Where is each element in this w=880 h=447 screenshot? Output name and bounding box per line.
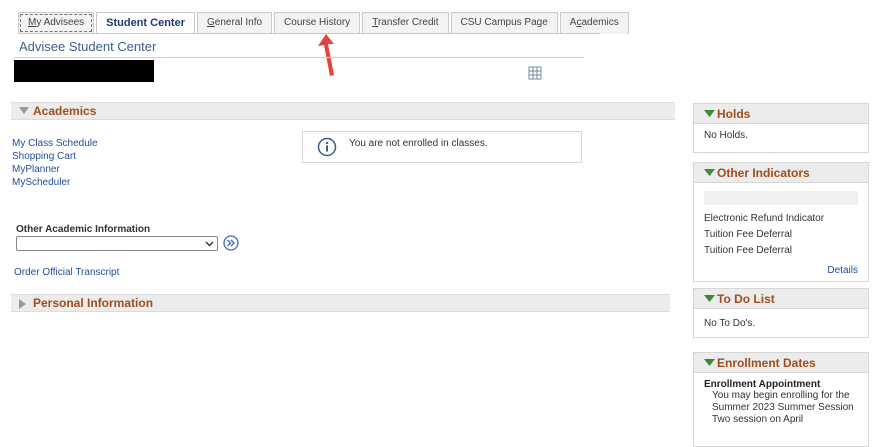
arrow-up-icon xyxy=(318,34,334,76)
tab-csu-campus-page[interactable]: CSU Campus Page xyxy=(450,12,558,34)
tab-access-key: G xyxy=(207,17,215,28)
link-shopping-cart[interactable]: Shopping Cart xyxy=(12,151,76,162)
enrollment-appointment-label: Enrollment Appointment xyxy=(704,379,821,390)
link-myplanner[interactable]: MyPlanner xyxy=(12,164,60,175)
enrollment-dates-header[interactable]: Enrollment Dates xyxy=(694,353,868,373)
title-divider xyxy=(14,57,584,58)
other-academic-select[interactable] xyxy=(16,236,218,251)
tab-label: y Advisees xyxy=(36,17,85,28)
to-do-list-panel: To Do List No To Do's. xyxy=(693,288,869,338)
tab-label: Course History xyxy=(284,17,351,28)
holds-header[interactable]: Holds xyxy=(694,104,868,124)
personal-information-section-header[interactable]: Personal Information xyxy=(11,294,670,312)
academics-links: My Class Schedule Shopping Cart MyPlanne… xyxy=(12,137,98,189)
other-indicators-header[interactable]: Other Indicators xyxy=(694,163,868,183)
redacted-name-block xyxy=(14,60,154,82)
triangle-down-icon xyxy=(704,359,715,366)
triangle-down-icon xyxy=(704,110,715,117)
academics-section-header[interactable]: Academics xyxy=(11,102,675,120)
link-my-class-schedule[interactable]: My Class Schedule xyxy=(12,138,98,149)
chevron-down-icon xyxy=(205,241,214,247)
holds-text: No Holds. xyxy=(704,130,748,141)
section-title: Academics xyxy=(33,104,97,118)
tab-label: ransfer Credit xyxy=(377,17,439,28)
triangle-down-icon xyxy=(704,169,715,176)
link-order-official-transcript[interactable]: Order Official Transcript xyxy=(14,267,119,278)
section-title: Personal Information xyxy=(33,296,154,310)
tab-label: eneral Info xyxy=(214,17,263,28)
link-details[interactable]: Details xyxy=(827,265,858,276)
indicator-item: Tuition Fee Deferral xyxy=(704,229,792,240)
holds-panel: Holds No Holds. xyxy=(693,103,869,153)
link-myscheduler[interactable]: MyScheduler xyxy=(12,177,70,188)
info-icon xyxy=(317,137,337,157)
triangle-down-icon xyxy=(704,295,715,302)
to-do-list-header[interactable]: To Do List xyxy=(694,289,868,309)
panel-title: Holds xyxy=(717,107,751,121)
go-button[interactable] xyxy=(223,235,239,251)
other-indicators-panel: Other Indicators Electronic Refund Indic… xyxy=(693,162,869,282)
panel-title: To Do List xyxy=(717,292,775,306)
other-academic-label: Other Academic Information xyxy=(16,224,151,235)
enrollment-dates-panel: Enrollment Dates Enrollment Appointment … xyxy=(693,352,869,447)
indicator-item: Electronic Refund Indicator xyxy=(704,213,825,224)
tab-divider xyxy=(18,33,600,34)
tab-my-advisees[interactable]: My Advisees xyxy=(18,12,95,34)
tab-student-center[interactable]: Student Center xyxy=(96,12,195,34)
panel-title: Other Indicators xyxy=(717,166,810,180)
notice-text: You are not enrolled in classes. xyxy=(349,138,488,149)
enrollment-notice: You are not enrolled in classes. xyxy=(302,131,582,163)
tab-academics[interactable]: Academics xyxy=(559,12,629,34)
indicator-placeholder-strip xyxy=(704,191,858,205)
tab-label: Student Center xyxy=(106,17,185,29)
enrollment-appointment-text: You may begin enrolling for the Summer 2… xyxy=(712,390,854,425)
triangle-right-icon xyxy=(19,299,26,309)
tab-general-info[interactable]: General Info xyxy=(197,12,273,34)
panel-title: Enrollment Dates xyxy=(717,356,816,370)
grid-view-icon[interactable] xyxy=(528,66,542,80)
tab-label: CSU Campus Page xyxy=(460,17,548,28)
tab-label: ademics xyxy=(581,17,619,28)
todo-text: No To Do's. xyxy=(704,318,756,329)
tab-transfer-credit[interactable]: Transfer Credit xyxy=(362,12,449,34)
triangle-down-icon xyxy=(19,107,29,114)
indicator-item: Tuition Fee Deferral xyxy=(704,245,792,256)
page-title: Advisee Student Center xyxy=(19,39,157,54)
